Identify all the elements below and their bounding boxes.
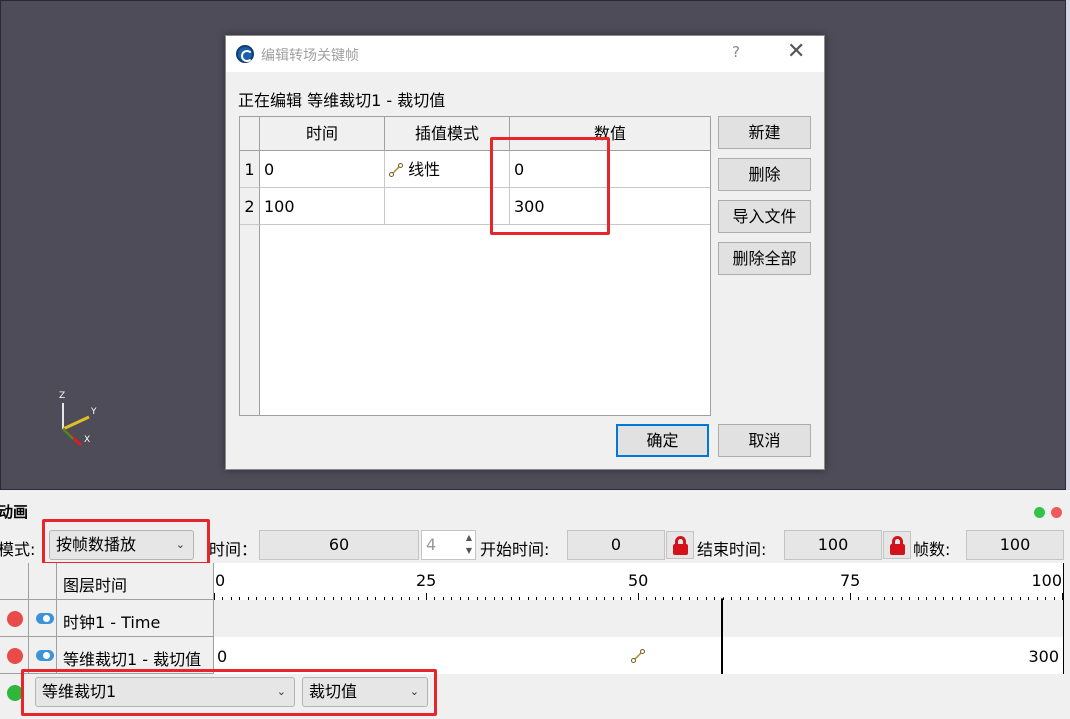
keyframe-interp-icon[interactable] xyxy=(631,649,645,663)
track-name: 时钟1 - Time xyxy=(63,613,161,632)
ruler-tick xyxy=(850,593,851,600)
track-name: 等维裁切1 - 裁切值 xyxy=(63,650,202,669)
ruler-label: 25 xyxy=(416,571,437,590)
edit-keyframes-dialog: 编辑转场关键帧 ? ✕ 正在编辑 等维裁切1 - 裁切值 时间 插值模式 数值 … xyxy=(225,35,825,470)
track-timeline[interactable]: 0 300 xyxy=(214,637,1064,674)
help-button[interactable]: ? xyxy=(732,43,740,61)
chevron-down-icon: ⌄ xyxy=(175,538,185,551)
interp-cell[interactable]: 线性 xyxy=(385,151,510,188)
axis-label-z: Z xyxy=(59,391,66,401)
column-header-interp[interactable]: 插值模式 xyxy=(385,117,510,151)
spin-down-icon[interactable]: ▼ xyxy=(466,546,472,555)
interp-cell[interactable] xyxy=(385,188,510,225)
time-field[interactable]: 60 xyxy=(259,530,419,560)
ruler-tick xyxy=(426,593,427,600)
delete-all-button[interactable]: 删除全部 xyxy=(718,242,811,275)
time-label: 时间： xyxy=(209,540,258,559)
ok-button[interactable]: 确定 xyxy=(616,424,709,457)
animation-panel-header: 动画 xyxy=(0,498,1070,522)
ruler-label: 0 xyxy=(215,571,226,590)
editing-label: 正在编辑 等维裁切1 - 裁切值 xyxy=(238,91,446,110)
ruler-row: 图层时间 0 25 50 75 100 xyxy=(0,563,1064,600)
source-select-value: 等维裁切1 xyxy=(42,682,117,701)
column-header-value[interactable]: 数值 xyxy=(510,117,710,151)
track-enable-icon[interactable] xyxy=(7,611,23,627)
frames-field[interactable]: 100 xyxy=(966,530,1064,560)
linear-interp-icon xyxy=(389,163,403,177)
mode-select[interactable]: 按帧数播放 ⌄ xyxy=(49,530,194,560)
spin-up-icon[interactable]: ▲ xyxy=(466,533,472,542)
add-track-icon[interactable] xyxy=(7,685,23,701)
animation-toolbar: 模式: 按帧数播放 ⌄ 时间： 60 4 ▲ ▼ 开始时间: 0 结束时间: 1… xyxy=(0,519,1070,565)
viewport-border xyxy=(1066,0,1070,490)
track-enable-icon[interactable] xyxy=(7,648,23,664)
start-time-label: 开始时间: xyxy=(480,540,550,559)
delete-keyframe-button[interactable]: 删除 xyxy=(718,158,811,191)
import-file-button[interactable]: 导入文件 xyxy=(718,200,811,233)
time-spinbox[interactable]: 4 ▲ ▼ xyxy=(421,530,476,560)
column-header-time[interactable]: 时间 xyxy=(260,117,385,151)
float-panel-icon[interactable] xyxy=(1034,507,1045,518)
time-cell[interactable]: 0 xyxy=(260,151,385,188)
end-lock-icon[interactable] xyxy=(883,531,911,559)
interp-label: 线性 xyxy=(408,160,441,179)
ruler-label: 50 xyxy=(628,571,649,590)
row-header-strip xyxy=(240,225,260,415)
track-timeline[interactable] xyxy=(214,600,1064,637)
ruler-label: 75 xyxy=(840,571,861,590)
playhead-marker[interactable] xyxy=(717,593,727,599)
chevron-down-icon: ⌄ xyxy=(409,685,419,698)
mode-label: 模式: xyxy=(0,540,36,559)
keyframe-table: 时间 插值模式 数值 1 0 线性 0 2 100 300 xyxy=(239,116,711,416)
close-panel-icon[interactable] xyxy=(1051,507,1062,518)
track-start-value: 0 xyxy=(217,647,228,666)
table-empty-area[interactable] xyxy=(260,225,710,415)
row-number[interactable]: 2 xyxy=(240,188,260,225)
track-end-value: 300 xyxy=(1028,647,1059,666)
mode-select-value: 按帧数播放 xyxy=(56,535,137,554)
app-logo-icon xyxy=(236,45,254,63)
value-cell[interactable]: 300 xyxy=(510,188,710,225)
layer-time-label: 图层时间 xyxy=(63,576,128,595)
end-time-label: 结束时间: xyxy=(697,540,767,559)
ruler-label: 100 xyxy=(1031,571,1062,590)
animation-tracks: 图层时间 0 25 50 75 100 时钟1 - Time 等维裁切1 - 裁切值 0… xyxy=(0,563,1070,719)
close-icon[interactable]: ✕ xyxy=(787,40,805,64)
track-toggle-icon[interactable] xyxy=(36,650,54,661)
ruler-tick xyxy=(214,593,215,600)
track-row[interactable]: 等维裁切1 - 裁切值 0 300 xyxy=(0,637,1064,674)
chevron-down-icon: ⌄ xyxy=(276,685,286,698)
start-time-field[interactable]: 0 xyxy=(567,530,665,560)
frames-label: 帧数: xyxy=(913,540,951,559)
orientation-axes: Z Y X xyxy=(51,389,111,459)
dialog-title: 编辑转场关键帧 xyxy=(261,48,359,64)
row-number[interactable]: 1 xyxy=(240,151,260,188)
axis-label-x: X xyxy=(84,435,91,445)
axis-label-y: Y xyxy=(91,407,97,417)
ruler-tick xyxy=(638,593,639,600)
value-cell[interactable]: 0 xyxy=(510,151,710,188)
property-select-value: 裁切值 xyxy=(309,682,358,701)
track-toggle-icon[interactable] xyxy=(36,613,54,624)
new-keyframe-button[interactable]: 新建 xyxy=(718,116,811,149)
end-time-field[interactable]: 100 xyxy=(784,530,882,560)
spin-value: 4 xyxy=(426,535,437,554)
track-row[interactable]: 时钟1 - Time xyxy=(0,600,1064,637)
dialog-titlebar[interactable]: 编辑转场关键帧 ? ✕ xyxy=(226,36,824,72)
ruler-tick xyxy=(1062,593,1063,600)
start-lock-icon[interactable] xyxy=(666,531,694,559)
property-select[interactable]: 裁切值 ⌄ xyxy=(302,677,428,707)
panel-title: 动画 xyxy=(0,503,29,521)
table-corner xyxy=(240,117,260,151)
timeline-ruler[interactable]: 0 25 50 75 100 xyxy=(214,563,1064,600)
time-cell[interactable]: 100 xyxy=(260,188,385,225)
cancel-button[interactable]: 取消 xyxy=(718,424,811,457)
source-select[interactable]: 等维裁切1 ⌄ xyxy=(35,677,295,707)
add-track-row: 等维裁切1 ⌄ 裁切值 ⌄ xyxy=(0,669,1070,719)
playhead[interactable] xyxy=(721,593,723,674)
